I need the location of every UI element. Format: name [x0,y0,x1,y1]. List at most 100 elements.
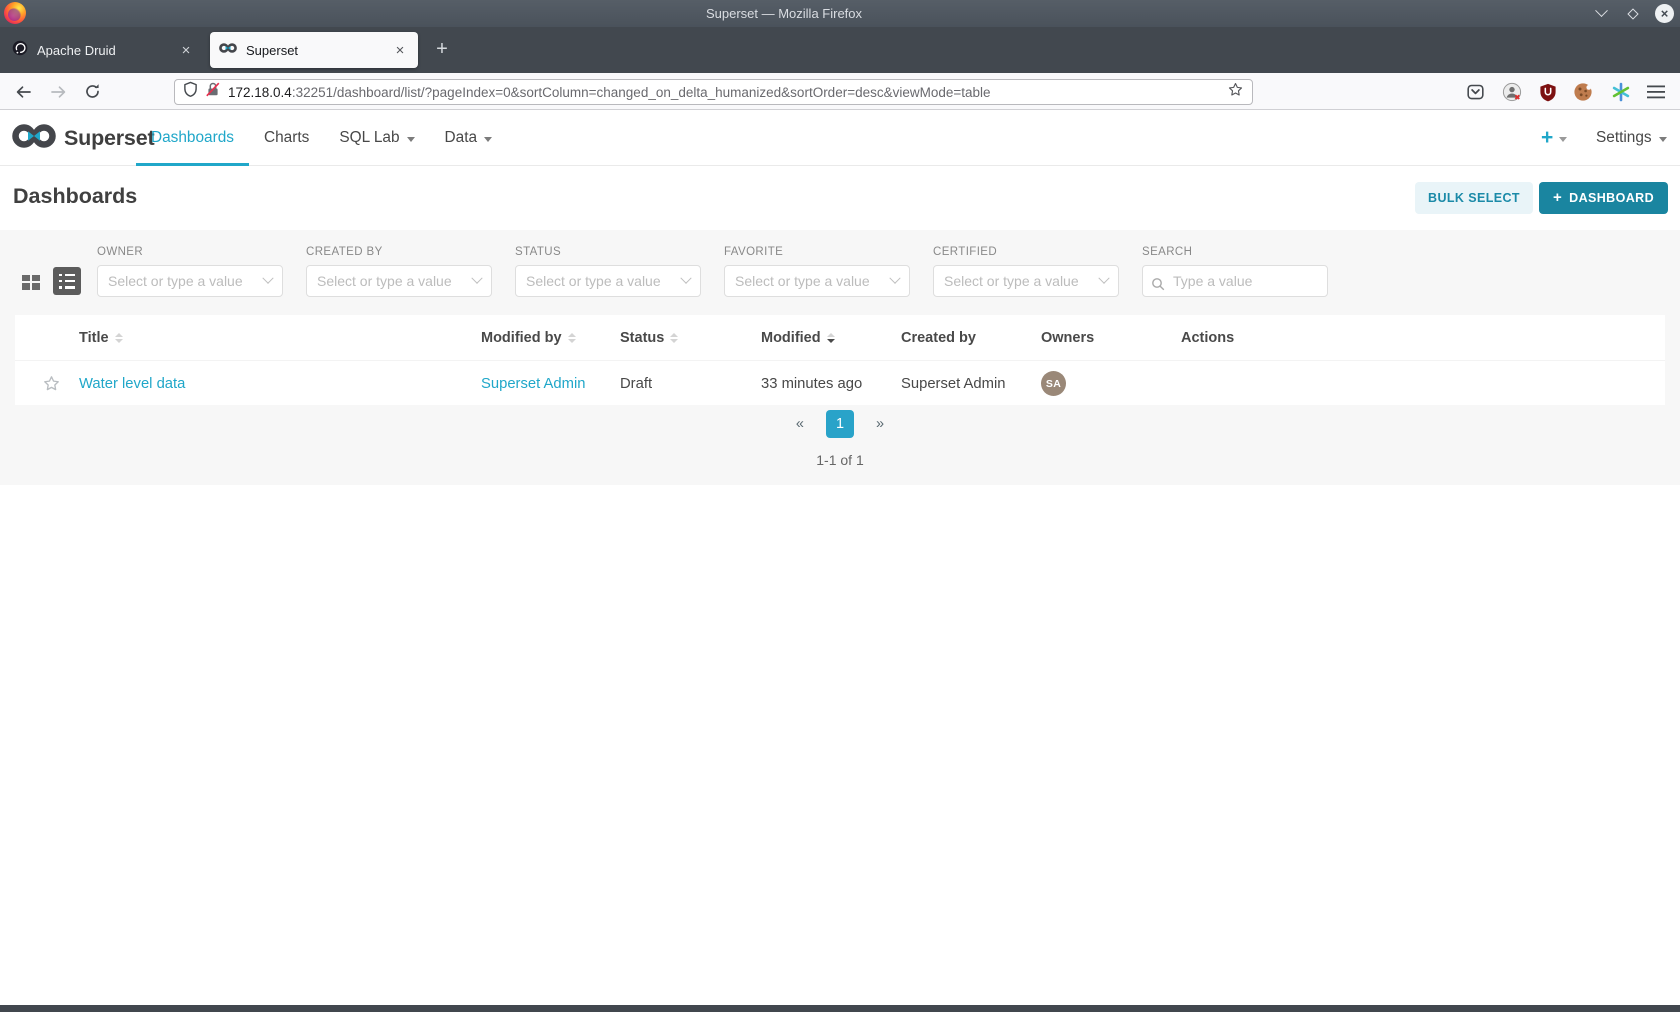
page-1-button[interactable]: 1 [826,410,854,438]
menu-icon[interactable] [1644,80,1668,104]
superset-logo[interactable]: Superset [12,110,154,166]
settings-menu[interactable]: Settings [1596,110,1667,166]
forward-button[interactable] [43,77,73,106]
ublock-icon[interactable] [1536,80,1560,104]
tab-label: Apache Druid [37,43,177,58]
chevron-down-icon [484,137,492,142]
created-by-select[interactable]: Select or type a value [306,265,492,297]
nav-sql-lab[interactable]: SQL Lab [324,110,429,166]
certified-select[interactable]: Select or type a value [933,265,1119,297]
superset-navbar: Superset Dashboards Charts SQL Lab Data … [0,110,1680,166]
pocket-icon[interactable] [1463,80,1487,104]
card-view-toggle[interactable] [16,268,44,296]
status-value: Draft [620,361,652,406]
dashboard-list-content: OWNER Select or type a value CREATED BY … [0,230,1680,485]
column-created-by[interactable]: Created by [901,315,976,360]
filter-label: SEARCH [1142,246,1328,258]
url-text: 172.18.0.4:32251/dashboard/list/?pageInd… [228,85,1227,100]
plus-icon: + [1541,126,1553,150]
page-title: Dashboards [13,184,137,209]
table-header: Title Modified by Status Modified Create… [15,315,1665,360]
filter-label: STATUS [515,246,701,258]
avatar: SA [1041,371,1066,396]
column-modified-by[interactable]: Modified by [481,315,576,360]
chevron-down-icon [1659,137,1667,142]
chevron-down-icon [680,273,691,284]
window-bottom-edge [0,1005,1680,1012]
page-header: Dashboards BULK SELECT + DASHBOARD [0,166,1680,230]
filter-created-by: CREATED BY Select or type a value [306,246,492,297]
search-icon [1151,277,1165,296]
new-dashboard-button[interactable]: + DASHBOARD [1539,182,1668,214]
url-bar[interactable]: 172.18.0.4:32251/dashboard/list/?pageInd… [174,79,1253,105]
browser-toolbar: 172.18.0.4:32251/dashboard/list/?pageInd… [0,73,1680,110]
tab-close-icon[interactable]: × [391,42,409,59]
url-host: 172.18.0.4 [228,85,292,100]
favorite-select[interactable]: Select or type a value [724,265,910,297]
dashboard-title-link[interactable]: Water level data [79,361,185,406]
minimize-icon[interactable] [1591,4,1611,24]
owner-avatar[interactable]: SA [1041,361,1066,406]
nav-data[interactable]: Data [430,110,508,166]
tab-close-icon[interactable]: × [177,42,195,59]
filter-certified: CERTIFIED Select or type a value [933,246,1119,297]
dashboards-table: Title Modified by Status Modified Create… [15,315,1665,405]
filter-label: CERTIFIED [933,246,1119,258]
created-by-value: Superset Admin [901,361,1005,406]
list-view-icon [59,274,75,289]
maximize-icon[interactable] [1623,4,1643,24]
filter-label: OWNER [97,246,283,258]
modified-by-link[interactable]: Superset Admin [481,361,585,406]
main-menu: Dashboards Charts SQL Lab Data [136,110,507,166]
status-select[interactable]: Select or type a value [515,265,701,297]
column-actions: Actions [1181,315,1234,360]
tab-superset[interactable]: Superset × [210,32,418,68]
bulk-select-button[interactable]: BULK SELECT [1415,182,1533,214]
reload-button[interactable] [77,77,107,106]
column-owners[interactable]: Owners [1041,315,1094,360]
cookie-extension-icon[interactable] [1571,80,1595,104]
table-row: Water level data Superset Admin Draft 33… [15,360,1665,405]
window-title: Superset — Mozilla Firefox [0,6,1568,21]
chevron-down-icon [407,137,415,142]
sort-icon [115,333,123,343]
plus-icon: + [1553,189,1562,206]
lock-slash-icon[interactable] [205,81,221,103]
back-button[interactable] [8,77,38,106]
filter-search: SEARCH [1142,246,1328,297]
search-input[interactable] [1142,265,1328,297]
chevron-down-icon [889,273,900,284]
browser-tab-bar: Apache Druid × Superset × + [0,27,1680,73]
sort-icon [670,333,678,343]
next-page-button[interactable]: » [870,412,890,436]
owner-select[interactable]: Select or type a value [97,265,283,297]
column-status[interactable]: Status [620,315,678,360]
favorite-star-icon[interactable] [42,361,61,406]
pagination-summary: 1-1 of 1 [0,452,1680,468]
filter-label: CREATED BY [306,246,492,258]
superset-infinity-icon [12,123,56,154]
list-view-toggle[interactable] [53,267,81,295]
close-icon[interactable]: × [1655,4,1674,23]
asterisk-extension-icon[interactable] [1609,80,1633,104]
nav-charts[interactable]: Charts [249,110,324,166]
url-path: :32251/dashboard/list/?pageIndex=0&sortC… [292,85,991,100]
proxy-extension-icon[interactable] [1500,80,1524,104]
filter-label: FAVORITE [724,246,910,258]
bookmark-star-icon[interactable] [1227,81,1244,103]
card-view-icon [22,275,39,290]
pagination: « 1 » [0,410,1680,438]
nav-dashboards[interactable]: Dashboards [136,110,249,166]
shield-icon[interactable] [183,81,198,103]
tab-label: Superset [246,43,391,58]
filter-favorite: FAVORITE Select or type a value [724,246,910,297]
column-title[interactable]: Title [79,315,123,360]
prev-page-button[interactable]: « [790,412,810,436]
filter-owner: OWNER Select or type a value [97,246,283,297]
new-item-menu[interactable]: + [1541,110,1567,166]
chevron-down-icon [262,273,273,284]
new-tab-button[interactable]: + [428,36,456,64]
tab-apache-druid[interactable]: Apache Druid × [3,32,204,68]
chevron-down-icon [1098,273,1109,284]
column-modified[interactable]: Modified [761,315,835,360]
